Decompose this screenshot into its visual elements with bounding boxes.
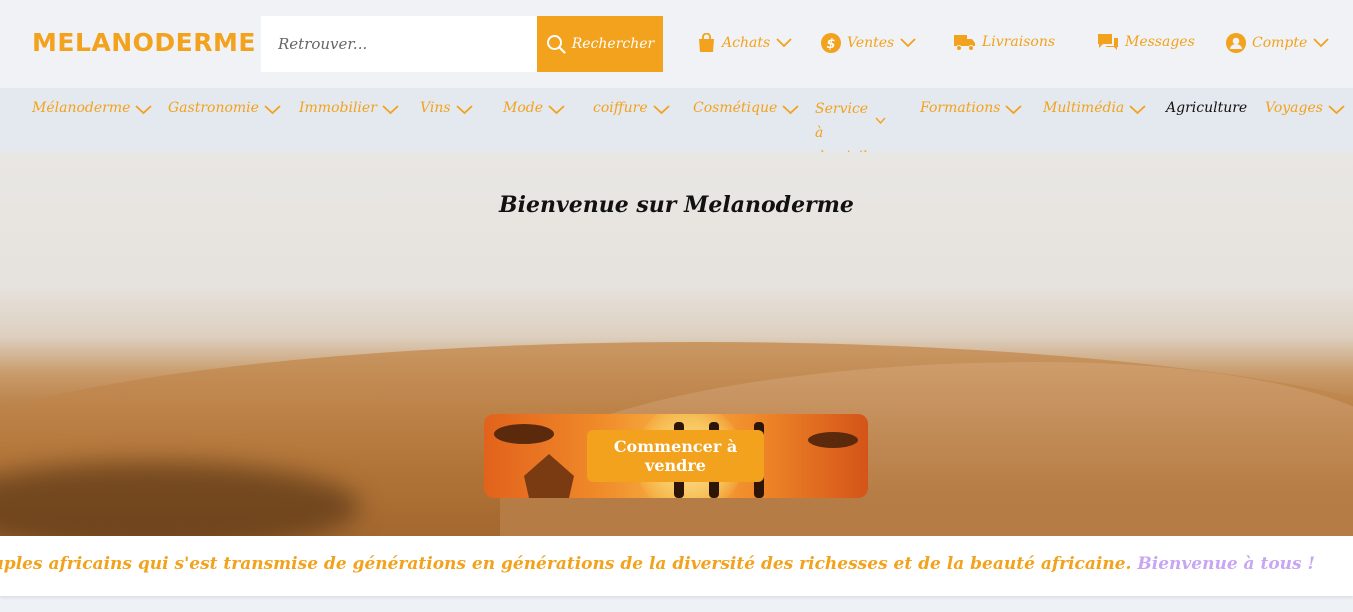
category-mode[interactable]: Mode [503, 100, 565, 116]
category-label: coiffure [593, 100, 648, 116]
category-voyages[interactable]: Voyages [1265, 100, 1345, 116]
top-bar: MELANODERME Rechercher Achats $ Ventes L… [0, 0, 1353, 88]
category-coiffure[interactable]: coiffure [593, 100, 670, 116]
nav-livraisons[interactable]: Livraisons [954, 33, 1055, 51]
start-selling-button[interactable]: Commencer à vendre [587, 430, 764, 482]
nav-achats-label: Achats [722, 35, 771, 51]
search-button[interactable]: Rechercher [537, 16, 663, 72]
category-formations[interactable]: Formations [920, 100, 1023, 116]
chevron-down-icon [382, 105, 399, 115]
category-multimedia[interactable]: Multimédia [1043, 100, 1146, 116]
category-immobilier[interactable]: Immobilier [299, 100, 399, 116]
category-label: Immobilier [299, 100, 377, 116]
nav-ventes[interactable]: $ Ventes [821, 33, 916, 53]
category-label: Agriculture [1166, 100, 1248, 116]
hero-title: Bienvenue sur Melanoderme [499, 192, 854, 218]
nav-compte-label: Compte [1252, 35, 1308, 51]
chevron-down-icon [782, 105, 799, 115]
svg-text:$: $ [826, 37, 835, 52]
nav-messages[interactable]: Messages [1097, 33, 1195, 51]
shopping-bag-icon [699, 33, 714, 52]
category-agriculture[interactable]: Agriculture [1166, 100, 1247, 116]
nav-ventes-label: Ventes [847, 35, 895, 51]
category-label: Multimédia [1043, 100, 1125, 116]
user-circle-icon [1226, 33, 1246, 53]
chevron-down-icon [875, 117, 886, 124]
category-vins[interactable]: Vins [420, 100, 473, 116]
chevron-down-icon [1005, 105, 1023, 115]
banner-tree [494, 424, 554, 444]
marquee-text: DERME représente l'histoire des peuples … [0, 554, 1315, 574]
category-label: Cosmétique [693, 100, 778, 116]
comments-icon [1098, 34, 1118, 50]
category-cosmetique[interactable]: Cosmétique [693, 100, 799, 116]
category-label: Formations [920, 100, 1001, 116]
dollar-circle-icon: $ [821, 33, 841, 53]
hero-section: Bienvenue sur Melanoderme Commencer à ve… [0, 152, 1353, 536]
chevron-down-icon [455, 105, 473, 115]
nav-livraisons-label: Livraisons [982, 34, 1056, 50]
search-button-label: Rechercher [571, 36, 655, 52]
nav-compte[interactable]: Compte [1226, 33, 1329, 53]
banner-tree [808, 432, 858, 448]
marquee-banner: DERME représente l'histoire des peuples … [0, 536, 1353, 596]
category-label: Mode [503, 100, 544, 116]
chevron-down-icon [264, 105, 281, 115]
truck-icon [954, 35, 975, 51]
marquee-welcome: Bienvenue à tous ! [1137, 554, 1315, 574]
chevron-down-icon [653, 105, 670, 115]
search-icon [546, 35, 566, 54]
category-label: Gastronomie [168, 100, 259, 116]
chevron-down-icon [135, 105, 153, 115]
category-label: Voyages [1265, 100, 1323, 116]
chevron-down-icon [776, 38, 792, 48]
banner-hut [524, 454, 574, 498]
chevron-down-icon [1328, 105, 1345, 115]
nav-messages-label: Messages [1125, 34, 1195, 50]
chevron-down-icon [1313, 38, 1329, 48]
category-label: Mélanoderme [32, 100, 131, 116]
category-label: Vins [420, 100, 451, 116]
nav-achats[interactable]: Achats [697, 33, 792, 53]
category-gastronomie[interactable]: Gastronomie [168, 100, 281, 116]
search-input[interactable] [261, 16, 537, 72]
chevron-down-icon [900, 38, 916, 48]
chevron-down-icon [548, 105, 565, 115]
marquee-message: DERME représente l'histoire des peuples … [0, 554, 1132, 574]
category-bar: Mélanoderme Gastronomie Immobilier Vins … [0, 88, 1353, 165]
category-melanoderme[interactable]: Mélanoderme [32, 100, 153, 116]
site-logo[interactable]: MELANODERME [32, 28, 256, 57]
chevron-down-icon [1129, 105, 1146, 115]
